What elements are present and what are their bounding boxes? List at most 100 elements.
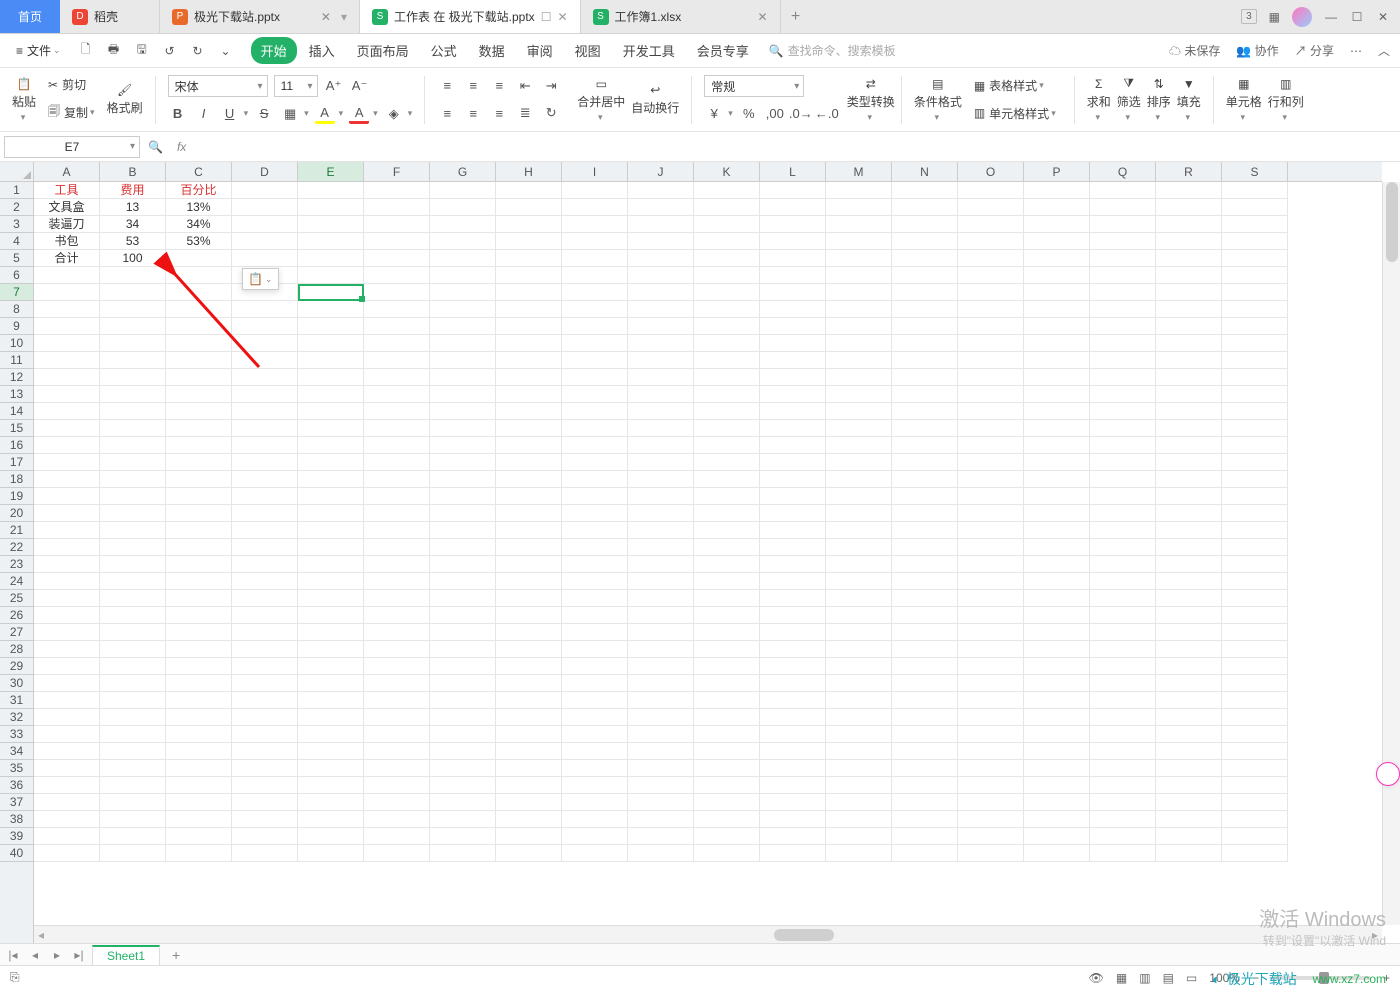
cell[interactable] [100,471,166,488]
cell[interactable] [496,488,562,505]
cell[interactable] [1024,573,1090,590]
cell[interactable] [562,607,628,624]
cell[interactable] [34,471,100,488]
cell[interactable] [1024,437,1090,454]
cell[interactable] [430,811,496,828]
cell[interactable] [1222,454,1288,471]
cell[interactable] [562,250,628,267]
row-header[interactable]: 24 [0,573,33,590]
cell[interactable] [562,845,628,862]
paste-button[interactable]: 📋粘贴▾ [12,77,36,123]
cell[interactable] [628,352,694,369]
row-header[interactable]: 4 [0,233,33,250]
cell[interactable] [34,624,100,641]
cell[interactable] [826,233,892,250]
cell[interactable] [364,318,430,335]
cell[interactable] [1222,335,1288,352]
cell[interactable] [562,828,628,845]
cell[interactable] [298,811,364,828]
cell[interactable] [1156,199,1222,216]
row-header[interactable]: 40 [0,845,33,862]
cell[interactable] [562,352,628,369]
cell[interactable] [826,726,892,743]
cell[interactable] [298,369,364,386]
cell[interactable] [958,845,1024,862]
cell[interactable] [166,641,232,658]
cell[interactable] [826,709,892,726]
cell[interactable] [892,335,958,352]
cell[interactable] [364,233,430,250]
cell[interactable] [562,505,628,522]
row-header[interactable]: 27 [0,624,33,641]
cell[interactable] [100,522,166,539]
cell[interactable] [100,607,166,624]
cell[interactable] [760,624,826,641]
cell[interactable] [298,454,364,471]
analyze-float-button[interactable] [1376,762,1400,786]
cell[interactable] [496,692,562,709]
cell[interactable] [430,539,496,556]
cell[interactable] [1024,386,1090,403]
cell[interactable] [562,369,628,386]
cell[interactable] [1156,318,1222,335]
cell[interactable] [1090,437,1156,454]
cell[interactable] [694,352,760,369]
name-box[interactable]: E7 [4,136,140,158]
zoom-value[interactable]: 100% [1209,971,1240,985]
cell[interactable] [430,488,496,505]
cell[interactable] [826,794,892,811]
cell[interactable] [232,369,298,386]
cell[interactable] [826,658,892,675]
cell[interactable] [34,777,100,794]
cell[interactable] [34,590,100,607]
cell[interactable] [826,301,892,318]
cell[interactable] [892,641,958,658]
ribbon-tab[interactable]: 数据 [469,37,515,64]
cell[interactable] [298,794,364,811]
cell[interactable] [100,709,166,726]
cell[interactable] [364,539,430,556]
cell[interactable] [364,845,430,862]
cell[interactable] [364,692,430,709]
cell[interactable]: 费用 [100,182,166,199]
cell[interactable] [958,760,1024,777]
apps-icon[interactable]: ▦ [1269,10,1280,24]
cell[interactable] [298,590,364,607]
cell[interactable] [892,318,958,335]
cell[interactable] [496,709,562,726]
cell[interactable] [496,216,562,233]
cell[interactable] [958,692,1024,709]
format-painter-button[interactable]: 🖌格式刷 [107,83,143,116]
cell[interactable] [1156,522,1222,539]
sheet-nav[interactable]: |◂◂▸▸| [6,948,86,962]
cell[interactable] [628,726,694,743]
ribbon-tab[interactable]: 插入 [299,37,345,64]
cell[interactable] [1024,403,1090,420]
cell[interactable] [958,641,1024,658]
cell[interactable] [100,845,166,862]
cell[interactable] [694,709,760,726]
row-header[interactable]: 38 [0,811,33,828]
cell[interactable] [166,505,232,522]
cell[interactable] [166,403,232,420]
cell[interactable] [1090,777,1156,794]
cell[interactable] [298,726,364,743]
cell[interactable] [166,471,232,488]
cell[interactable] [496,284,562,301]
cell[interactable] [232,199,298,216]
cell[interactable] [694,335,760,352]
cell[interactable] [1090,726,1156,743]
cell[interactable] [100,505,166,522]
cell[interactable] [166,658,232,675]
ribbon-tab[interactable]: 开发工具 [613,37,685,64]
cell[interactable] [1156,505,1222,522]
cell[interactable] [694,828,760,845]
cell[interactable] [1024,216,1090,233]
cell[interactable] [1156,556,1222,573]
cell[interactable] [298,709,364,726]
cell[interactable] [760,352,826,369]
cell[interactable] [496,658,562,675]
cell[interactable] [1024,709,1090,726]
cell[interactable] [562,539,628,556]
cell[interactable] [496,386,562,403]
